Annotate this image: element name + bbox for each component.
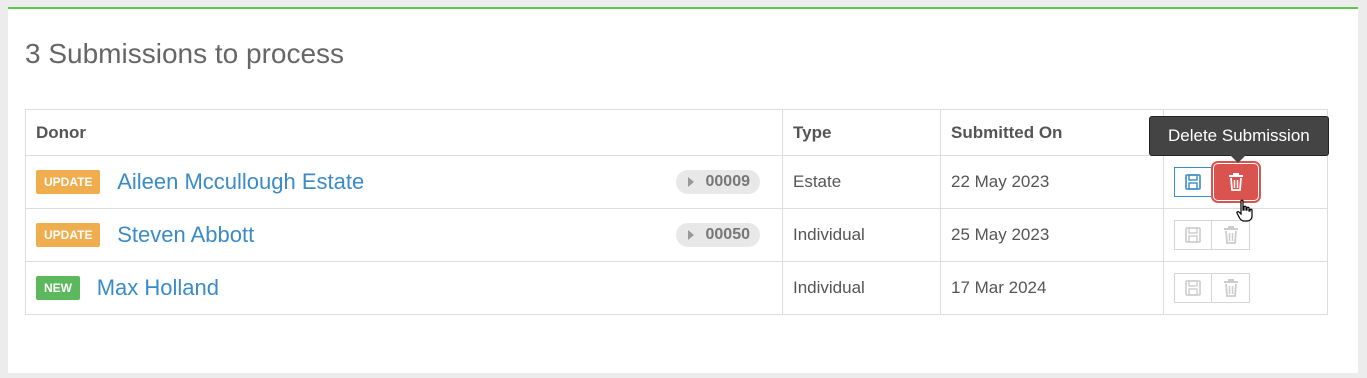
trash-icon	[1229, 173, 1243, 191]
reference-number: 00009	[705, 173, 751, 190]
save-button[interactable]	[1174, 220, 1212, 250]
page-title: 3 Submissions to process	[25, 38, 345, 69]
donor-link[interactable]: Steven Abbott	[117, 222, 254, 247]
type-cell: Individual	[782, 261, 941, 315]
hand-pointer-icon	[1236, 199, 1253, 222]
floppy-disk-icon	[1185, 227, 1201, 243]
table-row: NEW Max Holland Individual 17 Mar 2024	[25, 261, 1328, 315]
header-type: Type	[782, 109, 941, 156]
delete-tooltip: Delete Submission	[1149, 116, 1329, 163]
save-button[interactable]	[1174, 167, 1212, 197]
table-header-row: Donor Type Submitted On	[25, 109, 1328, 156]
donor-link[interactable]: Aileen Mccullough Estate	[117, 169, 364, 194]
actions-cell	[1163, 261, 1328, 315]
trash-icon	[1223, 226, 1238, 244]
status-badge: UPDATE	[36, 223, 101, 247]
submissions-table: Donor Type Submitted On UPDATE Aileen Mc…	[25, 109, 1328, 315]
delete-button[interactable]	[1211, 161, 1261, 203]
delete-button[interactable]	[1212, 273, 1250, 303]
donor-link[interactable]: Max Holland	[97, 275, 219, 300]
header-donor: Donor	[25, 109, 783, 156]
reference-pill[interactable]: 00050	[675, 223, 760, 247]
table-row: UPDATE Aileen Mccullough Estate 00009 Es…	[25, 155, 1328, 209]
donor-cell: UPDATE Aileen Mccullough Estate 00009	[25, 155, 783, 209]
status-badge: NEW	[36, 276, 80, 300]
play-triangle-icon	[687, 177, 694, 187]
reference-number: 00050	[705, 226, 751, 243]
submitted-on-cell: 17 Mar 2024	[940, 261, 1164, 315]
trash-icon	[1223, 279, 1238, 297]
play-triangle-icon	[687, 230, 694, 240]
type-cell: Estate	[782, 155, 941, 209]
donor-cell: NEW Max Holland	[25, 261, 783, 315]
save-button[interactable]	[1174, 273, 1212, 303]
type-cell: Individual	[782, 208, 941, 262]
floppy-disk-icon	[1185, 174, 1201, 190]
floppy-disk-icon	[1185, 280, 1201, 296]
header-submitted-on: Submitted On	[940, 109, 1164, 156]
reference-pill[interactable]: 00009	[675, 170, 760, 194]
status-badge: UPDATE	[36, 170, 101, 194]
table-row: UPDATE Steven Abbott 00050 Individual 25…	[25, 208, 1328, 262]
delete-button[interactable]	[1212, 220, 1250, 250]
submitted-on-cell: 22 May 2023	[940, 155, 1164, 209]
submitted-on-cell: 25 May 2023	[940, 208, 1164, 262]
donor-cell: UPDATE Steven Abbott 00050	[25, 208, 783, 262]
